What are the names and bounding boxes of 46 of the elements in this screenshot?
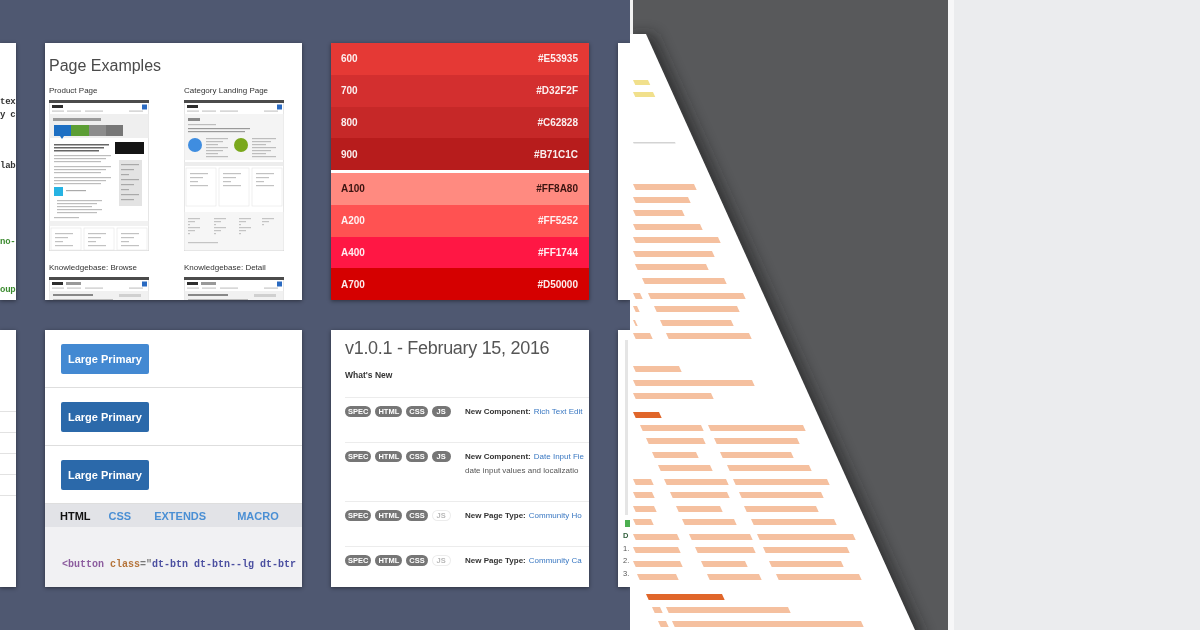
example-label: Category Landing Page	[184, 86, 269, 96]
swatch-label: 600	[341, 52, 358, 67]
swatch-label: A100	[341, 182, 365, 197]
entry-link[interactable]: Rich Text Edit	[533, 407, 583, 416]
hex-code: #FF1744	[537, 245, 578, 260]
entry-link[interactable]: Community Ca	[528, 556, 582, 565]
entry-type: New Page Type:	[465, 511, 526, 520]
code-line: lab	[0, 160, 16, 173]
swatch-label: A400	[341, 245, 365, 260]
primary-button[interactable]: Large Primary	[61, 344, 149, 374]
entry-type: New Component:	[465, 407, 531, 416]
swatch-label: 700	[341, 84, 358, 99]
swatch-label: 900	[341, 147, 358, 162]
section-label: What's New	[345, 369, 393, 381]
hex-code: #D32F2F	[536, 84, 578, 99]
code-tab[interactable]: CSS	[108, 508, 132, 523]
example-label: Knowledgebase: Detail	[184, 263, 266, 273]
section-title: Page Examples	[49, 56, 162, 76]
swatch-label: A700	[341, 277, 365, 292]
swatch-label: A200	[341, 214, 365, 229]
hex-code: #B71C1C	[534, 147, 578, 162]
entry-link[interactable]: Date Input Fie	[533, 452, 585, 461]
swatch-label: 800	[341, 115, 358, 130]
primary-button[interactable]: Large Primary	[61, 460, 149, 490]
code-line: tex	[0, 96, 16, 109]
example-label: Product Page	[49, 86, 98, 96]
example-label: Knowledgebase: Browse	[49, 263, 138, 273]
marker-icon	[625, 520, 630, 527]
code-line: y c	[0, 109, 16, 122]
primary-button[interactable]: Large Primary	[61, 402, 149, 432]
hex-code: #D50000	[537, 277, 578, 292]
entry-description: date input values and localizatio	[465, 465, 579, 476]
entry-type: New Page Type:	[465, 556, 526, 565]
code-tab[interactable]: EXTENDS	[154, 508, 207, 523]
release-title: v1.0.1 - February 15, 2016	[345, 337, 550, 359]
entry-link[interactable]: Community Ho	[528, 511, 582, 520]
code-line: no-	[0, 236, 16, 249]
hex-code: #FF8A80	[536, 182, 578, 197]
hex-code: #E53935	[537, 52, 578, 67]
code-tab[interactable]: HTML	[60, 508, 91, 523]
hex-code: #FF5252	[537, 214, 578, 229]
entry-type: New Component:	[465, 452, 531, 461]
code-line: <button class="dt-btn dt-btn--lg dt-btr	[62, 559, 297, 571]
code-tab[interactable]: MACRO	[237, 508, 279, 523]
code-line: oup	[0, 284, 16, 297]
hex-code: #C62828	[537, 115, 578, 130]
